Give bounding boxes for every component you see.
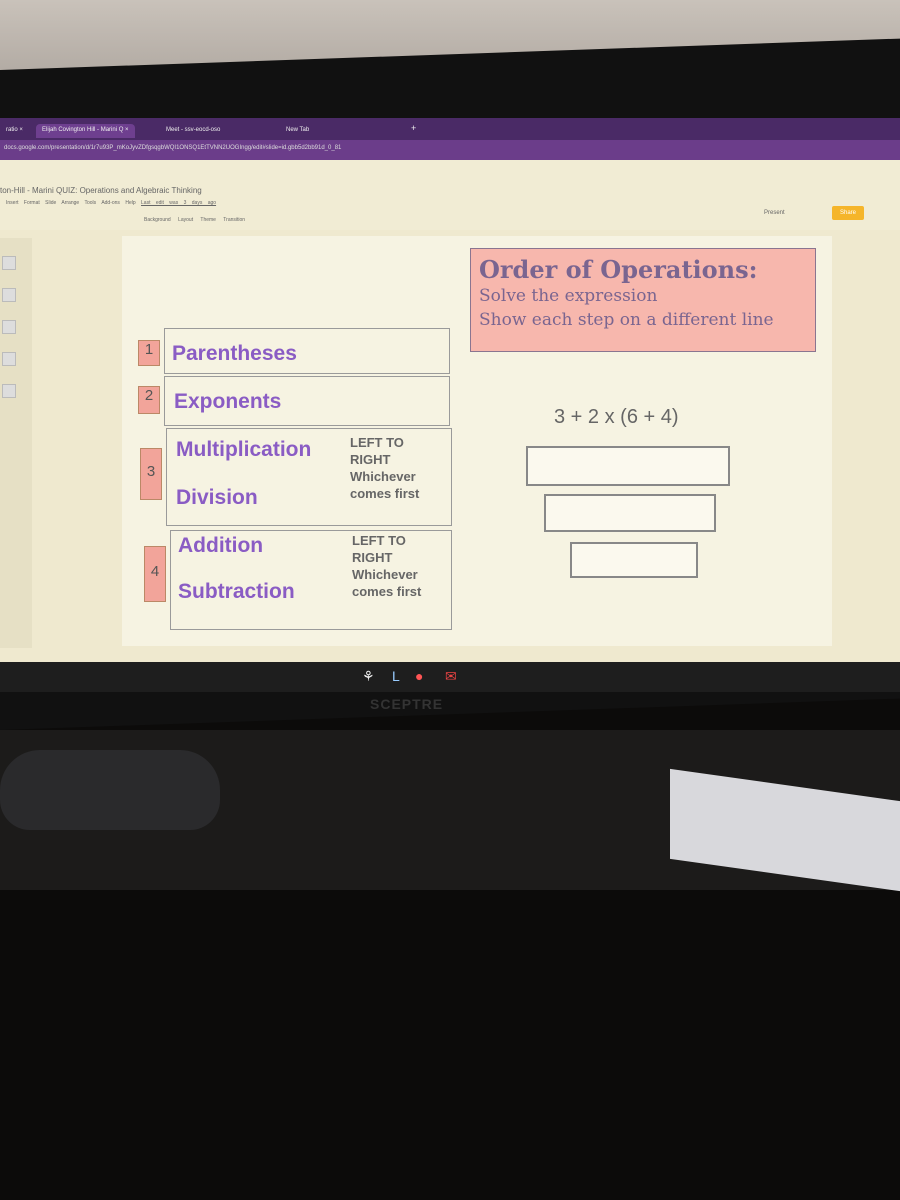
menu-insert[interactable]: Insert [6,200,19,206]
tab-label: New Tab [286,127,310,133]
operation-label: Exponents [174,390,282,413]
document-title[interactable]: ton-Hill - Marini QUIZ: Operations and A… [0,186,202,195]
instructions-box: Order of Operations: Solve the expressio… [470,248,816,352]
tab-label: Elijah Covington Hill - Marini Q [42,127,124,133]
last-edit-link[interactable]: Last edit was 3 days ago [141,200,216,206]
taskbar: ⚘ L ● ✉ [0,662,900,692]
left-to-right-note: LEFT TO RIGHT Whichever comes first [352,533,422,599]
browser-tab[interactable]: ratio × [0,124,29,138]
slide-canvas[interactable]: 1 Parentheses 2 Exponents 3 Multiplicati… [122,236,832,646]
browser-tab-active[interactable]: Elijah Covington Hill - Marini Q × [36,124,135,138]
monitor-screen: ratio × Elijah Covington Hill - Marini Q… [0,118,900,663]
menu-bar: Insert Format Slide Arrange Tools Add-on… [6,200,216,206]
monitor-brand-logo: SCEPTRE [370,696,444,712]
answer-box-2[interactable] [544,494,716,532]
step-number: 1 [138,340,160,366]
browser-tab-bar: ratio × Elijah Covington Hill - Marini Q… [0,118,900,140]
layout-button[interactable]: Layout [178,217,193,223]
step-number: 3 [140,448,162,500]
operation-label: Multiplication [176,438,312,461]
chrome-icon[interactable]: ● [415,668,423,684]
slide-thumbnail[interactable] [2,384,16,398]
gmail-icon[interactable]: ✉ [445,668,457,685]
slide-thumbnail[interactable] [2,256,16,270]
operation-label: Parentheses [172,342,297,365]
transition-button[interactable]: Transition [223,217,245,223]
answer-box-3[interactable] [570,542,698,578]
new-tab-button[interactable]: + [405,120,422,134]
present-button[interactable]: Present [764,210,785,216]
expression: 3 + 2 x (6 + 4) [554,406,679,428]
slide-filmstrip [0,238,32,648]
tab-label: Meet - ssv-eocd-oso [166,127,221,133]
theme-button[interactable]: Theme [200,217,216,223]
toolbar: Background Layout Theme Transition [4,217,245,223]
app-icon[interactable]: L [392,668,400,684]
game-controller [0,750,220,830]
slide-thumbnail[interactable] [2,288,16,302]
step-number: 4 [144,546,166,602]
left-to-right-note: LEFT TO RIGHT Whichever comes first [350,435,420,501]
address-bar[interactable]: docs.google.com/presentation/d/1r7u93P_m… [0,140,900,160]
slide-thumbnail[interactable] [2,320,16,334]
operation-label: Subtraction [178,580,295,603]
menu-format[interactable]: Format [24,200,40,206]
answer-box-1[interactable] [526,446,730,486]
instructions-line: Solve the expression [479,286,658,306]
background-button[interactable]: Background [144,217,171,223]
app-icon[interactable]: ⚘ [362,668,375,685]
menu-arrange[interactable]: Arrange [61,200,79,206]
instructions-title: Order of Operations: [479,255,758,284]
slide-thumbnail[interactable] [2,352,16,366]
menu-help[interactable]: Help [125,200,135,206]
menu-tools[interactable]: Tools [85,200,97,206]
slides-header: ton-Hill - Marini QUIZ: Operations and A… [0,160,900,230]
share-button[interactable]: Share [832,206,865,220]
instructions-line: Show each step on a different line [479,310,774,330]
operation-label: Division [176,486,258,509]
menu-slide[interactable]: Slide [45,200,56,206]
step-number: 2 [138,386,160,414]
menu-addons[interactable]: Add-ons [101,200,120,206]
tab-label: ratio [6,127,18,133]
browser-tab[interactable]: Meet - ssv-eocd-oso [160,124,226,138]
operation-label: Addition [178,534,264,557]
browser-tab[interactable]: New Tab [280,124,315,138]
